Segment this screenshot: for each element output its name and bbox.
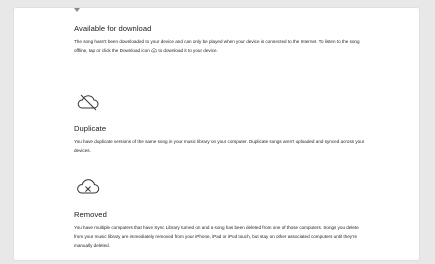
status-help-panel: Available for download The song hasn't b… (14, 8, 419, 260)
section-title-duplicate: Duplicate (74, 124, 107, 133)
section-title-removed: Removed (74, 210, 107, 219)
section-text-available: The song hasn't been downloaded to your … (74, 37, 369, 55)
popover-pointer (74, 8, 80, 12)
text-after-icon: to download it to your device. (157, 48, 218, 53)
section-text-removed: You have multiple computers that have Sy… (74, 225, 359, 248)
section-title-available: Available for download (74, 24, 152, 33)
cloud-x-icon (77, 179, 100, 194)
section-text-duplicate: You have duplicate versions of the same … (74, 139, 365, 153)
cloud-slash-icon (77, 94, 99, 111)
